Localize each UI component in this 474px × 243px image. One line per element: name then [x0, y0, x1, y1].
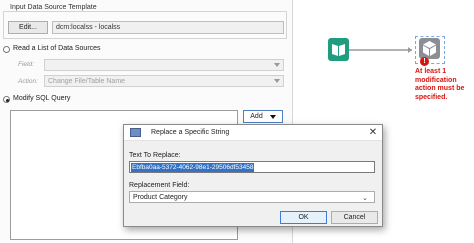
app-icon — [130, 128, 141, 137]
dynamic-input-tool-icon[interactable] — [419, 38, 440, 59]
read-list-radio[interactable] — [3, 46, 10, 53]
edit-button[interactable]: Edit... — [8, 21, 48, 34]
connection-string-field: dcm:localss - localss — [52, 21, 284, 34]
input-tool-icon[interactable] — [328, 38, 349, 61]
book-icon — [332, 44, 345, 56]
cube-icon — [423, 41, 436, 56]
action-label: Action: — [18, 78, 38, 85]
modify-sql-radio[interactable] — [3, 96, 10, 103]
read-list-radio-label: Read a List of Data Sources — [13, 45, 101, 52]
replacement-field-label: Replacement Field: — [129, 182, 190, 189]
error-badge-icon: ! — [420, 57, 429, 66]
text-to-replace-input[interactable]: Ebfba0aa-5372-4062-98e1-29506df53458 — [129, 161, 375, 173]
text-to-replace-label: Text To Replace: — [129, 152, 181, 159]
error-message: At least 1 modification action must be s… — [415, 68, 465, 101]
field-label: Field: — [18, 61, 34, 68]
ok-button[interactable]: OK — [280, 211, 327, 224]
dialog-title-bar: Replace a Specific String ✕ — [124, 125, 382, 141]
action-dropdown-value: Change File/Table Name — [48, 77, 126, 85]
add-button-label: Add — [250, 113, 263, 120]
dialog-title: Replace a Specific String — [151, 129, 230, 136]
action-dropdown[interactable]: Change File/Table Name — [44, 75, 284, 87]
field-dropdown[interactable] — [44, 59, 284, 71]
chevron-down-icon: ⌄ — [362, 195, 368, 202]
replacement-field-value: Product Category — [133, 193, 188, 201]
chevron-down-icon — [269, 114, 276, 119]
modify-sql-radio-label: Modify SQL Query — [13, 95, 71, 102]
replace-string-dialog: Replace a Specific String ✕ Text To Repl… — [123, 124, 383, 227]
add-dropdown-button[interactable]: Add — [243, 110, 283, 123]
selected-text: Ebfba0aa-5372-4062-98e1-29506df53458 — [131, 163, 255, 172]
close-icon[interactable]: ✕ — [366, 126, 380, 140]
replacement-field-dropdown[interactable]: Product Category ⌄ — [129, 191, 375, 203]
template-group-title: Input Data Source Template — [8, 4, 99, 11]
connection-arrow-icon — [408, 47, 412, 53]
chevron-down-icon — [274, 63, 280, 67]
cancel-button[interactable]: Cancel — [331, 211, 378, 224]
chevron-down-icon — [274, 79, 280, 83]
